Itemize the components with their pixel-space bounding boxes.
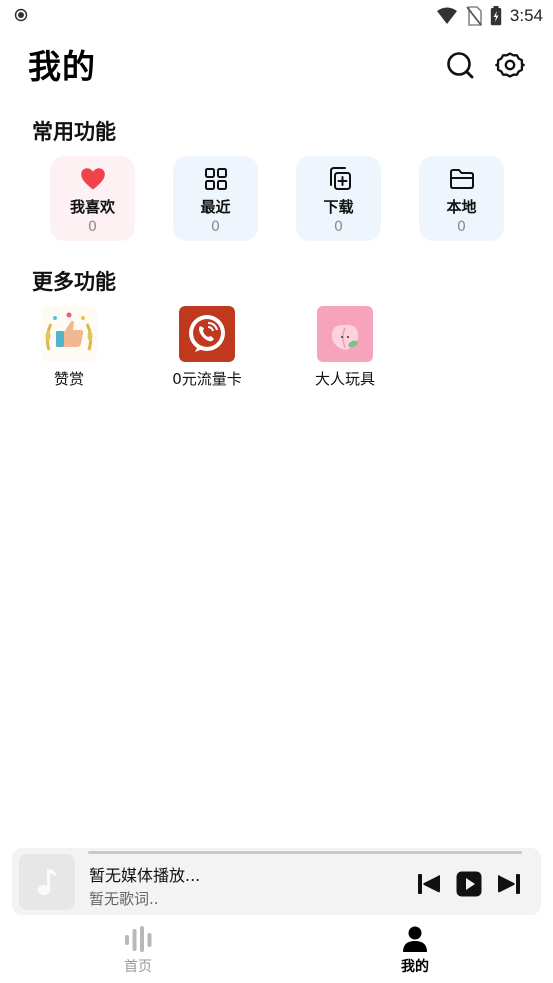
previous-button[interactable] [415, 870, 443, 898]
recent-card[interactable]: 最近 0 [173, 156, 258, 241]
favorites-card[interactable]: 我喜欢 0 [50, 156, 135, 241]
adult-toys-item[interactable]: 大人玩具 [290, 306, 400, 389]
folder-icon [449, 169, 474, 189]
page-title: 我的 [28, 47, 96, 86]
data-card-item[interactable]: 0元流量卡 [152, 306, 262, 389]
status-time: 3:54 [509, 6, 543, 25]
download-label: 下载 [323, 198, 354, 216]
gear-icon [495, 52, 525, 78]
no-sim-icon [466, 6, 482, 26]
waveform-icon [125, 926, 152, 952]
now-playing-title: 暂无媒体播放... [89, 866, 201, 885]
download-card[interactable]: 下载 0 [296, 156, 381, 241]
adult-toys-label: 大人玩具 [314, 370, 375, 388]
reward-label: 赞赏 [53, 370, 84, 388]
recording-indicator-icon [14, 8, 28, 22]
wifi-icon [436, 7, 457, 24]
data-card-label: 0元流量卡 [172, 370, 242, 388]
recent-label: 最近 [200, 198, 231, 216]
tab-home-label: 首页 [124, 959, 152, 975]
album-cover[interactable] [19, 854, 75, 910]
settings-button[interactable] [493, 48, 527, 82]
header: 我的 [0, 40, 553, 90]
search-icon [447, 52, 474, 79]
recent-count: 0 [211, 219, 220, 235]
skip-next-icon [498, 874, 520, 894]
now-playing-lyric: 暂无歌词.. [89, 890, 159, 908]
reward-item[interactable]: 赞赏 [14, 306, 124, 389]
local-count: 0 [457, 219, 466, 235]
battery-charging-icon [490, 6, 502, 26]
music-note-icon [37, 869, 57, 895]
thumbs-up-icon [41, 306, 97, 362]
playback-progress-bar[interactable] [88, 851, 522, 854]
tab-mine[interactable]: 我的 [380, 925, 450, 976]
favorites-label: 我喜欢 [69, 198, 115, 216]
common-functions-grid: 我喜欢 0 最近 0 下载 0 本地 0 [50, 156, 504, 241]
peach-icon [317, 306, 373, 362]
play-icon [456, 871, 482, 897]
phone-card-icon [179, 306, 235, 362]
more-functions-grid: 赞赏 0元流量卡 大人玩具 [0, 306, 553, 396]
grid-icon [204, 168, 227, 190]
search-button[interactable] [443, 48, 477, 82]
download-icon [329, 167, 351, 190]
bottom-tab-bar: 首页 我的 [0, 920, 553, 983]
local-card[interactable]: 本地 0 [419, 156, 504, 241]
common-section-title: 常用功能 [32, 120, 116, 144]
tab-mine-label: 我的 [401, 959, 429, 975]
skip-previous-icon [418, 874, 440, 894]
play-button[interactable] [455, 870, 483, 898]
favorites-count: 0 [88, 219, 97, 235]
more-section-title: 更多功能 [32, 270, 116, 294]
download-count: 0 [334, 219, 343, 235]
user-icon [403, 926, 427, 952]
local-label: 本地 [446, 198, 477, 216]
status-bar: 3:54 [0, 0, 553, 32]
heart-icon [80, 168, 105, 190]
next-button[interactable] [495, 870, 523, 898]
mini-player[interactable]: 暂无媒体播放... 暂无歌词.. [12, 848, 541, 915]
tab-home[interactable]: 首页 [103, 925, 173, 976]
